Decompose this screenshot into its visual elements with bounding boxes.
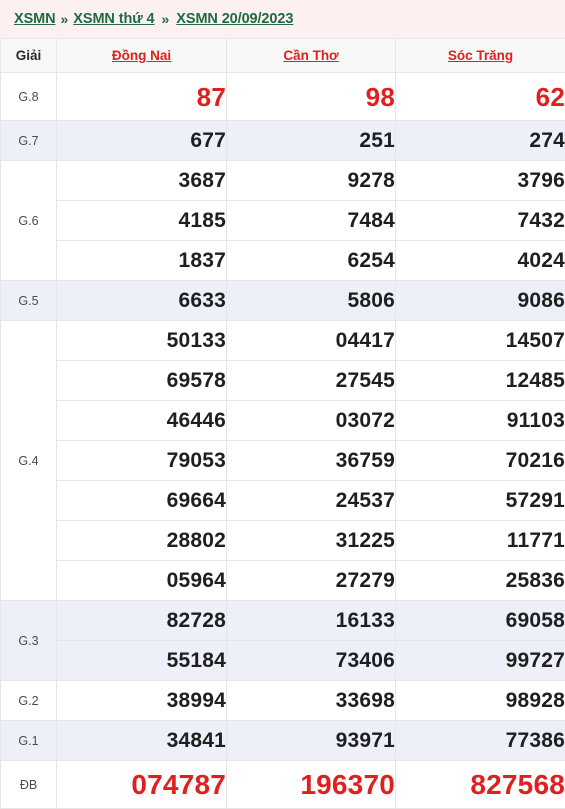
prize-number: 99727 xyxy=(396,641,565,681)
prize-number: 36759 xyxy=(227,441,396,481)
prize-number: 31225 xyxy=(227,521,396,561)
prize-number: 98 xyxy=(227,73,396,121)
prize-label: G.2 xyxy=(1,681,57,721)
prize-number: 34841 xyxy=(57,721,227,761)
prize-number: 69664 xyxy=(57,481,227,521)
prize-number: 91103 xyxy=(396,401,565,441)
prize-label: G.7 xyxy=(1,121,57,161)
table-row: G.4501330441714507 xyxy=(1,321,565,361)
prize-number: 24537 xyxy=(227,481,396,521)
prize-number: 12485 xyxy=(396,361,565,401)
prize-label: G.6 xyxy=(1,161,57,281)
prize-number: 33698 xyxy=(227,681,396,721)
prize-number: 46446 xyxy=(57,401,227,441)
prize-number: 7432 xyxy=(396,201,565,241)
table-row: G.8879862 xyxy=(1,73,565,121)
table-row: 696642453757291 xyxy=(1,481,565,521)
table-row: G.1348419397177386 xyxy=(1,721,565,761)
province-link-1[interactable]: Cần Thơ xyxy=(283,48,338,63)
prize-number: 55184 xyxy=(57,641,227,681)
prize-number: 70216 xyxy=(396,441,565,481)
table-row: G.5663358069086 xyxy=(1,281,565,321)
prize-number: 38994 xyxy=(57,681,227,721)
prize-label: G.4 xyxy=(1,321,57,601)
table-row: G.3827281613369058 xyxy=(1,601,565,641)
prize-number: 7484 xyxy=(227,201,396,241)
prize-number: 98928 xyxy=(396,681,565,721)
prize-number: 1837 xyxy=(57,241,227,281)
table-header-row: Giải Đồng Nai Cần Thơ Sóc Trăng xyxy=(1,39,565,73)
table-row: G.7677251274 xyxy=(1,121,565,161)
header-province-1: Cần Thơ xyxy=(227,39,396,73)
prize-number: 27545 xyxy=(227,361,396,401)
prize-number: 3796 xyxy=(396,161,565,201)
prize-number: 69058 xyxy=(396,601,565,641)
prize-number: 28802 xyxy=(57,521,227,561)
prize-number: 93971 xyxy=(227,721,396,761)
prize-number: 677 xyxy=(57,121,227,161)
lottery-results-table: Giải Đồng Nai Cần Thơ Sóc Trăng G.887986… xyxy=(0,38,565,809)
prize-number: 04417 xyxy=(227,321,396,361)
breadcrumb-link-xsmn[interactable]: XSMN xyxy=(14,11,56,27)
province-link-2[interactable]: Sóc Trăng xyxy=(448,48,513,63)
header-province-2: Sóc Trăng xyxy=(396,39,565,73)
prize-number: 62 xyxy=(396,73,565,121)
table-row: 288023122511771 xyxy=(1,521,565,561)
prize-number: 4185 xyxy=(57,201,227,241)
prize-number: 25836 xyxy=(396,561,565,601)
breadcrumb-separator-2: » xyxy=(155,11,177,27)
prize-number: 05964 xyxy=(57,561,227,601)
prize-number: 79053 xyxy=(57,441,227,481)
prize-label: G.8 xyxy=(1,73,57,121)
breadcrumb: XSMN » XSMN thứ 4 » XSMN 20/09/2023 xyxy=(0,0,565,38)
table-row: 695782754512485 xyxy=(1,361,565,401)
prize-number: 77386 xyxy=(396,721,565,761)
table-row: 790533675970216 xyxy=(1,441,565,481)
prize-label: G.1 xyxy=(1,721,57,761)
prize-number: 274 xyxy=(396,121,565,161)
prize-number: 6254 xyxy=(227,241,396,281)
breadcrumb-separator-1: » xyxy=(56,11,74,27)
prize-number: 9086 xyxy=(396,281,565,321)
prize-number: 9278 xyxy=(227,161,396,201)
prize-number: 6633 xyxy=(57,281,227,321)
prize-number: 16133 xyxy=(227,601,396,641)
prize-number: 57291 xyxy=(396,481,565,521)
prize-number: 50133 xyxy=(57,321,227,361)
prize-number: 87 xyxy=(57,73,227,121)
header-province-0: Đồng Nai xyxy=(57,39,227,73)
table-row: ĐB074787196370827568 xyxy=(1,761,565,809)
prize-number: 11771 xyxy=(396,521,565,561)
table-row: 059642727925836 xyxy=(1,561,565,601)
table-row: 418574847432 xyxy=(1,201,565,241)
prize-number: 69578 xyxy=(57,361,227,401)
table-row: G.6368792783796 xyxy=(1,161,565,201)
prize-number: 5806 xyxy=(227,281,396,321)
prize-label: G.3 xyxy=(1,601,57,681)
prize-number: 73406 xyxy=(227,641,396,681)
prize-number: 196370 xyxy=(227,761,396,809)
table-row: 183762544024 xyxy=(1,241,565,281)
table-body: G.8879862G.7677251274G.63687927837964185… xyxy=(1,73,565,809)
table-row: 551847340699727 xyxy=(1,641,565,681)
table-header: Giải Đồng Nai Cần Thơ Sóc Trăng xyxy=(1,39,565,73)
prize-number: 82728 xyxy=(57,601,227,641)
prize-label: G.5 xyxy=(1,281,57,321)
prize-number: 14507 xyxy=(396,321,565,361)
province-link-0[interactable]: Đồng Nai xyxy=(112,48,171,63)
breadcrumb-link-date[interactable]: XSMN 20/09/2023 xyxy=(176,11,293,27)
prize-label: ĐB xyxy=(1,761,57,809)
table-row: 464460307291103 xyxy=(1,401,565,441)
prize-number: 3687 xyxy=(57,161,227,201)
prize-number: 074787 xyxy=(57,761,227,809)
table-row: G.2389943369898928 xyxy=(1,681,565,721)
prize-number: 827568 xyxy=(396,761,565,809)
prize-number: 03072 xyxy=(227,401,396,441)
breadcrumb-link-weekday[interactable]: XSMN thứ 4 xyxy=(73,11,154,27)
prize-number: 4024 xyxy=(396,241,565,281)
prize-number: 27279 xyxy=(227,561,396,601)
header-prize-column: Giải xyxy=(1,39,57,73)
prize-number: 251 xyxy=(227,121,396,161)
